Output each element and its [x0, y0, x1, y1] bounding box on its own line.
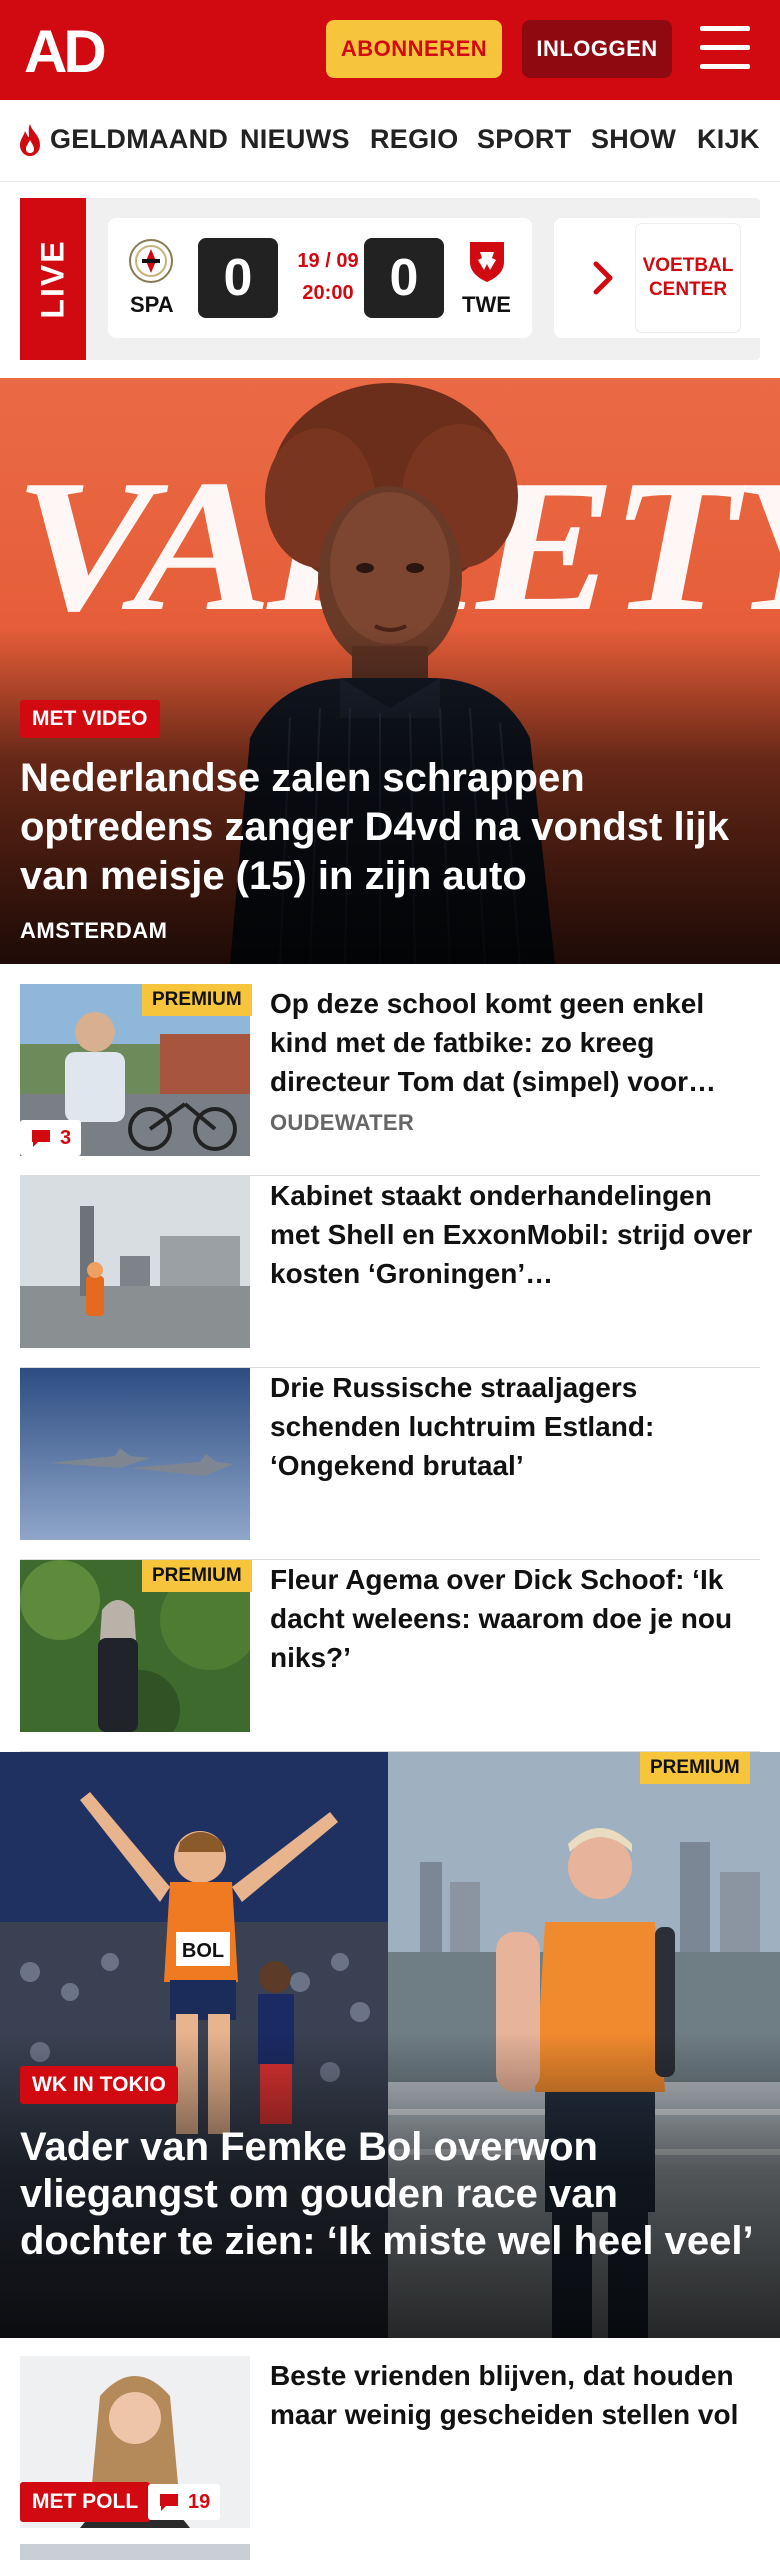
article-title[interactable]: Fleur Agema over Dick Schoof: ‘Ik dacht …	[270, 1560, 760, 1677]
chevron-right-icon[interactable]	[592, 260, 614, 296]
hero-title[interactable]: Nederlandse zalen schrappen optredens za…	[20, 754, 760, 901]
live-tag: LIVE	[20, 198, 86, 360]
home-team-name: SPA	[130, 292, 174, 317]
list-item[interactable]: MET POLL 19 Beste vrienden blijven, dat …	[20, 2356, 760, 2560]
hero-article[interactable]: VARIETY MET VIDEO Nederlandse zalen schr…	[0, 378, 780, 964]
list-item[interactable]: PREMIUM Fleur Agema over Dick Schoof: ‘I…	[20, 1560, 760, 1752]
article-title[interactable]: Beste vrienden blijven, dat houden maar …	[270, 2356, 760, 2434]
article-thumbnail	[20, 1176, 250, 1348]
comment-count-badge[interactable]: 19	[148, 2484, 221, 2520]
nav-item-regio[interactable]: REGIO	[370, 124, 459, 155]
comment-count: 3	[60, 1126, 72, 1149]
site-header: AD ABONNEREN INLOGGEN	[0, 0, 780, 100]
comment-count: 19	[188, 2490, 211, 2513]
subscribe-button[interactable]: ABONNEREN	[326, 20, 502, 78]
premium-badge: PREMIUM	[142, 984, 252, 1016]
match-card[interactable]: SPA 0 19 / 09 20:00 0 TWE	[108, 218, 532, 338]
article-title[interactable]: Drie Russische straaljagers schenden luc…	[270, 1368, 760, 1485]
next-match-card: VOETBAL CENTER	[554, 218, 760, 338]
article-title[interactable]: Op deze school komt geen enkel kind met …	[270, 984, 760, 1101]
away-score: 0	[364, 238, 444, 318]
nav-item-sport[interactable]: SPORT	[477, 124, 572, 155]
match-time: 20:00	[302, 282, 354, 304]
hero-video-badge: MET VIDEO	[20, 700, 160, 738]
premium-badge: PREMIUM	[640, 1752, 750, 1784]
flame-icon	[20, 124, 40, 156]
svg-text:AD: AD	[24, 22, 104, 78]
article-thumbnail	[20, 1368, 250, 1540]
live-scores-bar: LIVE SPA 0 19 / 09 20:00 0 TWE VOETBAL C…	[0, 182, 780, 378]
comment-count-badge[interactable]: 3	[20, 1120, 82, 1156]
svg-text:BOL: BOL	[182, 1940, 224, 1962]
nav-item-kijk[interactable]: KIJK	[697, 124, 760, 155]
home-score: 0	[198, 238, 278, 318]
list-item[interactable]: PREMIUM 3 Op deze school komt geen enkel…	[20, 984, 760, 1176]
article-title[interactable]: Kabinet staakt onderhandelin­gen met She…	[270, 1176, 760, 1293]
twente-crest-icon	[470, 242, 504, 282]
nav-item-show[interactable]: SHOW	[591, 124, 676, 155]
feature-category-badge: WK IN TOKIO	[20, 2066, 178, 2104]
nav-item-geldmaand[interactable]: GELDMAAND	[50, 124, 228, 155]
poll-badge: MET POLL	[20, 2482, 151, 2522]
voetbal-center-button[interactable]: VOETBAL CENTER	[636, 224, 740, 332]
nav-item-nieuws[interactable]: NIEUWS	[240, 124, 350, 155]
hamburger-menu-icon[interactable]	[700, 26, 752, 72]
main-nav: GELDMAAND NIEUWS REGIO SPORT SHOW KIJK	[0, 100, 780, 182]
next-item-peek	[20, 2544, 760, 2560]
comment-icon	[160, 2494, 178, 2511]
login-button[interactable]: INLOGGEN	[522, 20, 672, 78]
sparta-crest-icon	[129, 239, 173, 283]
match-date: 19 / 09	[297, 250, 359, 272]
list-item[interactable]: Kabinet staakt onderhandelin­gen met She…	[20, 1176, 760, 1368]
list-item[interactable]: Drie Russische straaljagers schenden luc…	[20, 1368, 760, 1560]
ad-logo[interactable]: AD	[24, 22, 116, 78]
article-location: OUDEWATER	[270, 1110, 415, 1135]
away-team-name: TWE	[462, 292, 511, 317]
feature-title[interactable]: Vader van Femke Bol overwon vliegangst o…	[20, 2124, 760, 2265]
live-scores-strip: LIVE SPA 0 19 / 09 20:00 0 TWE VOETBAL C…	[20, 198, 760, 360]
hero-location: AMSTERDAM	[20, 918, 168, 943]
premium-badge: PREMIUM	[142, 1560, 252, 1592]
comment-icon	[32, 1130, 50, 1147]
